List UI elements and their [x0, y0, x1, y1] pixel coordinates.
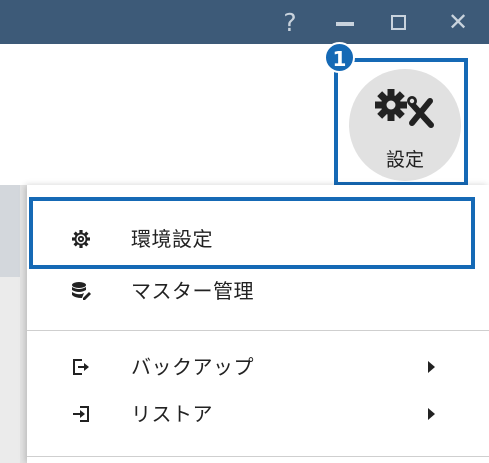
maximize-icon: [390, 14, 406, 30]
minimize-button[interactable]: [323, 0, 367, 44]
menu-item-label: マスター管理: [131, 279, 254, 303]
background-panel: [0, 185, 27, 463]
title-bar: ? ✕: [0, 0, 489, 44]
submenu-arrow-icon: [428, 361, 435, 373]
step-badge: 1: [324, 42, 355, 73]
help-button[interactable]: ?: [268, 0, 312, 44]
export-icon: [73, 359, 89, 375]
submenu-arrow-icon: [428, 408, 435, 420]
menu-item-master-management[interactable]: マスター管理: [27, 265, 489, 317]
help-icon: ?: [283, 7, 297, 37]
database-edit-icon: [72, 282, 91, 300]
settings-highlight-frame: [334, 58, 468, 186]
minimize-icon: [336, 22, 354, 26]
close-button[interactable]: ✕: [436, 0, 480, 44]
menu-item-label: バックアップ: [131, 355, 254, 379]
menu-item-highlight-frame: [29, 197, 475, 269]
menu-separator: [27, 330, 489, 331]
import-icon: [73, 406, 89, 422]
menu-item-restore[interactable]: リストア: [27, 388, 489, 440]
menu-item-backup[interactable]: バックアップ: [27, 341, 489, 393]
close-icon: ✕: [447, 8, 469, 36]
background-panel-scrollbar: [20, 185, 27, 463]
maximize-button[interactable]: [376, 0, 420, 44]
menu-item-label: リストア: [131, 402, 213, 426]
background-panel-header: [0, 185, 20, 277]
menu-separator: [27, 456, 489, 457]
